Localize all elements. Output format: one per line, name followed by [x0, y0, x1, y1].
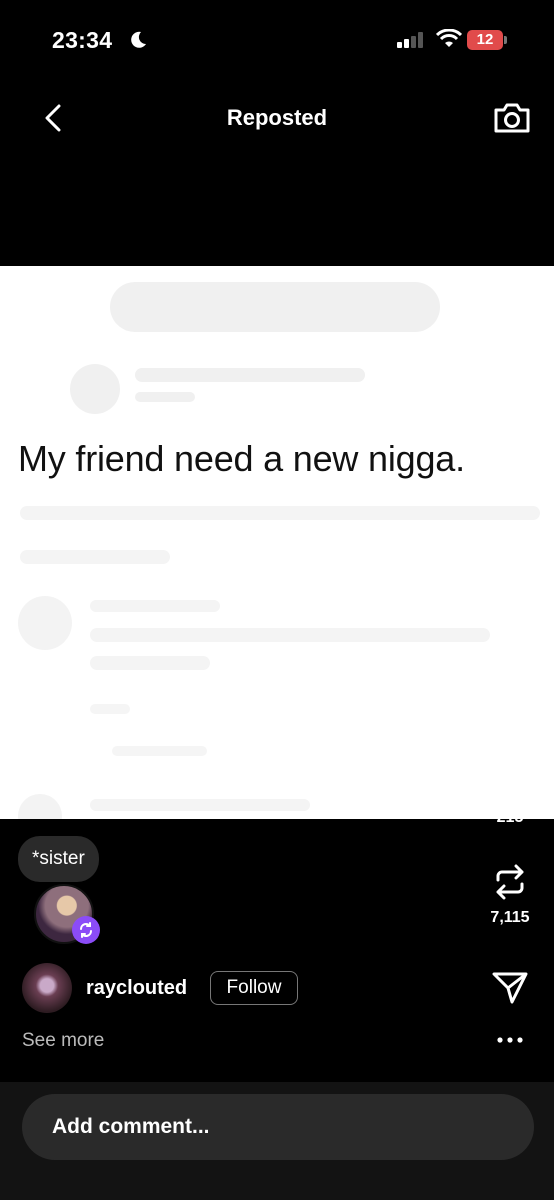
faded-reply-line — [90, 799, 310, 811]
comment-placeholder: Add comment... — [52, 1115, 210, 1138]
repost-badge-icon — [80, 922, 92, 938]
faded-line — [20, 550, 170, 564]
comment-icon — [491, 763, 528, 801]
heart-icon — [491, 663, 529, 698]
faded-meta — [112, 746, 207, 756]
username[interactable]: rayclouted — [86, 977, 187, 1000]
more-options-button[interactable] — [480, 1032, 540, 1050]
faded-reply-line — [90, 628, 490, 642]
battery-tip — [504, 36, 507, 44]
status-time: 23:34 — [52, 27, 113, 53]
camera-icon[interactable] — [492, 100, 532, 136]
signal-icon — [397, 32, 423, 48]
post-content[interactable]: My friend need a new nigga. — [0, 266, 554, 819]
faded-name-line — [135, 368, 365, 382]
moon-icon — [131, 31, 146, 48]
faded-handle-line — [135, 392, 195, 402]
faded-reply-name — [90, 600, 220, 612]
faded-reply-line — [90, 656, 210, 670]
faded-meta — [90, 704, 130, 714]
repost-icon — [496, 864, 524, 900]
repost-badge — [72, 916, 100, 944]
likes-label: Likes — [489, 703, 531, 720]
faded-reply-avatar — [18, 794, 62, 819]
comments-count: 215 — [496, 809, 524, 826]
share-button[interactable] — [480, 968, 540, 1013]
wifi-icon — [436, 29, 462, 47]
faded-avatar — [70, 364, 120, 414]
like-button[interactable]: Likes — [480, 660, 540, 721]
share-icon — [492, 972, 528, 1004]
battery-indicator: 12 — [467, 30, 503, 50]
faded-reply-avatar — [18, 596, 72, 650]
post-text: My friend need a new nigga. — [18, 438, 465, 479]
author-avatar[interactable] — [22, 963, 72, 1013]
page-title: Reposted — [226, 105, 328, 130]
faded-actions-row — [20, 506, 540, 520]
faded-search-bar — [110, 282, 440, 332]
follow-button[interactable]: Follow — [210, 971, 298, 1005]
more-icon — [497, 1037, 523, 1043]
see-more-link[interactable]: See more — [22, 1030, 104, 1052]
repost-button[interactable]: 7,115 — [480, 860, 540, 927]
caption-bubble: *sister — [18, 836, 99, 882]
comment-button[interactable]: 215 — [480, 760, 540, 827]
reposts-count: 7,115 — [490, 909, 530, 926]
